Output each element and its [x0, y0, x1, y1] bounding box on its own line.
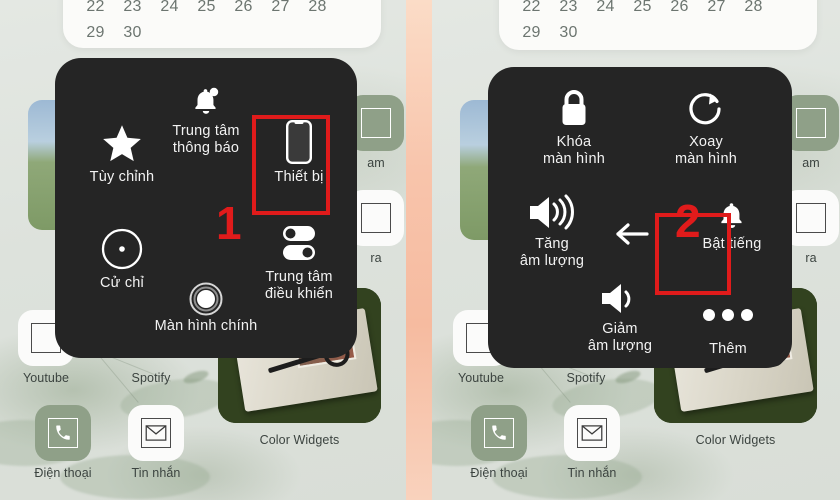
- calendar-widget[interactable]: 22 23 24 25 26 27 28 29 30: [499, 0, 817, 50]
- calendar-day[interactable]: 29: [513, 20, 550, 46]
- color-widgets-label: Color Widgets: [259, 433, 340, 447]
- phone-icon: [48, 418, 78, 448]
- calendar-widget[interactable]: 22 23 24 25 26 27 28 29 30: [63, 0, 381, 48]
- calendar-day[interactable]: 24: [587, 0, 624, 20]
- calendar-day[interactable]: 23: [114, 0, 151, 20]
- camera-icon: [796, 203, 826, 233]
- calendar-day[interactable]: 28: [735, 0, 772, 20]
- lock-icon: [516, 85, 632, 129]
- calendar-row: 22 23 24 25 26 27 28: [63, 0, 381, 20]
- phone-screen-right: 22 23 24 25 26 27 28 29 30 am ra Color W…: [432, 0, 840, 500]
- app-label: Tin nhắn: [567, 466, 617, 480]
- calendar-day[interactable]: 25: [188, 0, 225, 20]
- menu-item-label: Trung tâm điều khiển: [264, 269, 334, 302]
- menu-item-lock-screen[interactable]: Khóa màn hình: [516, 85, 632, 168]
- menu-item-label: Tăng âm lượng: [519, 236, 585, 269]
- calendar-row: 22 23 24 25 26 27 28: [499, 0, 817, 20]
- app-icon-phone[interactable]: Điện thoại: [32, 405, 94, 480]
- menu-item-volume-up[interactable]: Tăng âm lượng: [494, 187, 610, 270]
- app-tile: [471, 405, 527, 461]
- calendar-day[interactable]: 24: [151, 0, 188, 20]
- menu-item-rotate-screen[interactable]: Xoay màn hình: [648, 85, 764, 168]
- app-icon-messages[interactable]: Tin nhắn: [125, 405, 187, 480]
- menu-item-label: Giảm âm lượng: [587, 321, 653, 354]
- menu-item-label: Thêm: [709, 341, 747, 357]
- camera-icon: [361, 203, 391, 233]
- app-tile: [564, 405, 620, 461]
- calendar-day[interactable]: 27: [262, 0, 299, 20]
- menu-item-label: Tùy chỉnh: [89, 169, 155, 185]
- step-number-2: 2: [675, 195, 701, 247]
- toggles-icon: [245, 220, 353, 264]
- calendar-row: 29 30: [63, 20, 381, 46]
- home-ring-icon: [151, 272, 261, 316]
- calendar-day[interactable]: 28: [299, 0, 336, 20]
- rotate-icon: [648, 85, 764, 129]
- star-icon: [67, 120, 177, 164]
- assistive-touch-menu-right[interactable]: Khóa màn hình Xoay màn hình Tăng âm lượn…: [488, 67, 792, 368]
- calendar-day[interactable]: 22: [77, 0, 114, 20]
- instagram-icon: [796, 108, 826, 138]
- app-label: Spotify: [131, 371, 171, 385]
- calendar-day[interactable]: 23: [550, 0, 587, 20]
- color-widgets-label: Color Widgets: [695, 433, 776, 447]
- bell-icon: [156, 74, 256, 118]
- menu-item-control-center[interactable]: Trung tâm điều khiển: [245, 220, 353, 303]
- circle-dot-icon: [67, 226, 177, 270]
- envelope-icon: [141, 418, 171, 448]
- calendar-day[interactable]: 27: [698, 0, 735, 20]
- instagram-icon: [361, 108, 391, 138]
- phone-icon: [484, 418, 514, 448]
- menu-item-label: Màn hình chính: [154, 318, 258, 334]
- calendar-day[interactable]: 25: [624, 0, 661, 20]
- app-tile: [35, 405, 91, 461]
- app-label: Tin nhắn: [131, 466, 181, 480]
- menu-item-home-screen[interactable]: Màn hình chính: [151, 272, 261, 335]
- calendar-day[interactable]: 30: [114, 20, 151, 46]
- menu-item-label: Khóa màn hình: [542, 134, 606, 167]
- phone-screen-left: 22 23 24 25 26 27 28 29 30 am ra Color W…: [0, 0, 406, 500]
- calendar-row: 29 30: [499, 20, 817, 46]
- tutorial-screenshot: 22 23 24 25 26 27 28 29 30 am ra Color W…: [0, 0, 840, 500]
- panel-divider: [406, 0, 432, 500]
- highlight-box-device: [252, 115, 330, 215]
- calendar-day[interactable]: 22: [513, 0, 550, 20]
- step-number-1: 1: [216, 197, 242, 249]
- app-label: Youtube: [22, 371, 70, 385]
- arrow-left-icon: [604, 203, 660, 247]
- calendar-day[interactable]: 29: [77, 20, 114, 46]
- calendar-day[interactable]: 26: [661, 0, 698, 20]
- app-icon-messages[interactable]: Tin nhắn: [561, 405, 623, 480]
- menu-item-label: Xoay màn hình: [674, 134, 738, 167]
- app-label: Spotify: [566, 371, 606, 385]
- app-tile: [128, 405, 184, 461]
- envelope-icon: [577, 418, 607, 448]
- app-label: Điện thoại: [470, 466, 528, 480]
- app-label: Youtube: [457, 371, 505, 385]
- menu-item-custom[interactable]: Tùy chỉnh: [67, 120, 177, 186]
- calendar-day[interactable]: 26: [225, 0, 262, 20]
- calendar-day[interactable]: 30: [550, 20, 587, 46]
- volume-up-icon: [494, 187, 610, 231]
- menu-back-button[interactable]: [604, 203, 660, 247]
- app-label: Điện thoại: [34, 466, 92, 480]
- app-icon-phone[interactable]: Điện thoại: [468, 405, 530, 480]
